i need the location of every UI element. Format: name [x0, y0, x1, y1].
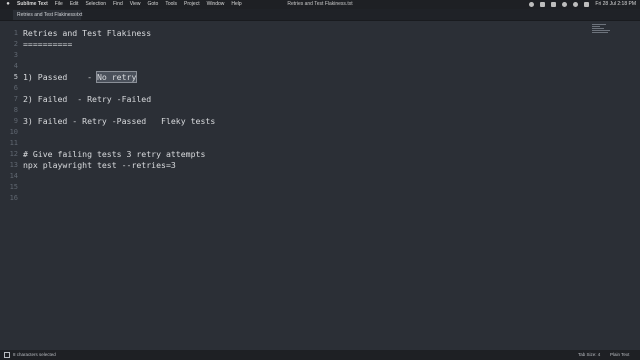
menu-app[interactable]: Sublime Text	[17, 0, 48, 9]
line-number-active: 5	[13, 73, 18, 81]
selected-text[interactable]: No retry	[95, 71, 138, 83]
editor[interactable]: 1 2 3 4 5 6 7 8 9 10 11 12 13 14 15 16 R…	[0, 20, 640, 350]
menu-edit[interactable]: Edit	[70, 0, 79, 9]
code-line-text: 1) Passed -	[23, 72, 97, 82]
app-icon[interactable]	[540, 2, 546, 7]
menu-window[interactable]: Window	[207, 0, 225, 9]
line-number: 3	[13, 51, 18, 59]
menu-selection[interactable]: Selection	[85, 0, 106, 9]
line-number: 13	[9, 161, 18, 169]
selection-status: 8 characters selected	[13, 352, 56, 357]
syntax-selector[interactable]: Plain Text	[610, 350, 629, 360]
menu-goto[interactable]: Goto	[148, 0, 159, 9]
menu-help[interactable]: Help	[231, 0, 241, 9]
line-number: 1	[13, 29, 18, 37]
code-line[interactable]: # Give failing tests 3 retry attempts	[23, 149, 205, 160]
menu-bar: ● Sublime Text File Edit Selection Find …	[0, 0, 640, 9]
line-number: 2	[13, 40, 18, 48]
code-line[interactable]: 3) Failed - Retry -Passed Fleky tests	[23, 116, 215, 127]
menu-project[interactable]: Project	[184, 0, 200, 9]
line-number: 10	[9, 128, 18, 136]
battery-icon[interactable]	[551, 2, 557, 7]
tab-label: Retries and Test Flakiness.txt	[17, 12, 83, 18]
line-number: 4	[13, 62, 18, 70]
line-number: 14	[9, 172, 18, 180]
record-icon[interactable]	[529, 2, 535, 7]
menu-find[interactable]: Find	[113, 0, 123, 9]
code-line[interactable]: Retries and Test Flakiness	[23, 28, 151, 39]
menu-file[interactable]: File	[55, 0, 63, 9]
panel-toggle-icon[interactable]	[4, 352, 10, 358]
line-number: 11	[9, 139, 18, 147]
tab-size-selector[interactable]: Tab Size: 4	[578, 350, 600, 360]
line-number: 16	[9, 194, 18, 202]
search-icon[interactable]	[573, 2, 579, 7]
status-icons: Fri 28 Jul 2:18 PM	[529, 0, 636, 9]
line-number: 12	[9, 150, 18, 158]
close-icon[interactable]: ×	[75, 10, 78, 20]
code-line[interactable]: npx playwright test --retries=3	[23, 160, 176, 171]
status-left: 8 characters selected	[4, 350, 56, 360]
line-number: 7	[13, 95, 18, 103]
menu-tools[interactable]: Tools	[165, 0, 177, 9]
code-line[interactable]: ==========	[23, 39, 72, 50]
wifi-icon[interactable]	[562, 2, 568, 7]
line-number: 6	[13, 84, 18, 92]
apple-icon[interactable]: ●	[4, 0, 12, 9]
tab-retries-file[interactable]: Retries and Test Flakiness.txt ×	[13, 10, 83, 20]
code-line[interactable]: 2) Failed - Retry -Failed	[23, 94, 151, 105]
control-center-icon[interactable]	[584, 2, 590, 7]
text-cursor	[136, 72, 138, 81]
minimap[interactable]	[592, 24, 614, 36]
line-number: 15	[9, 183, 18, 191]
line-number: 9	[13, 117, 18, 125]
code-line-active[interactable]: 1) Passed - No retry	[23, 71, 138, 83]
status-bar: 8 characters selected Tab Size: 4 Plain …	[0, 350, 640, 360]
line-number: 8	[13, 106, 18, 114]
menu-view[interactable]: View	[130, 0, 141, 9]
window-title: Retries and Test Flakiness.txt	[287, 1, 353, 7]
clock[interactable]: Fri 28 Jul 2:18 PM	[595, 0, 636, 9]
